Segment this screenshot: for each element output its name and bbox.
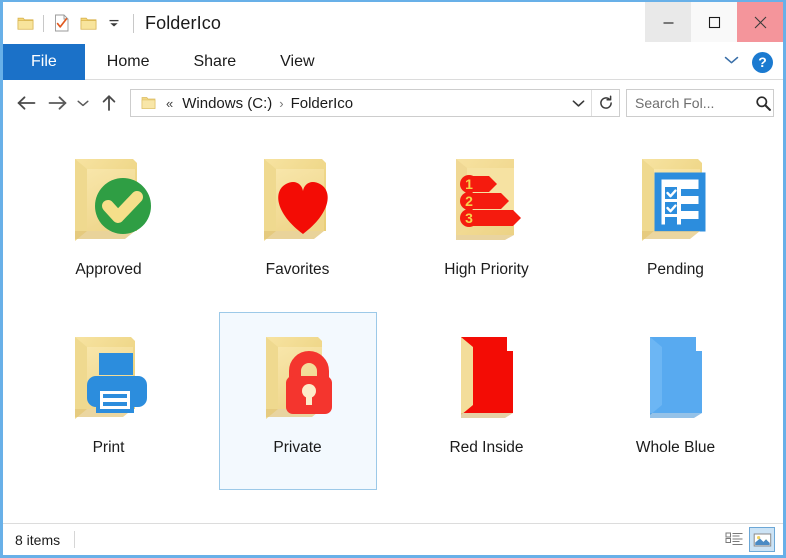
folder-red-inside-icon [429,319,545,435]
quick-access-separator [43,15,44,32]
item-count-label: 8 items [15,532,60,548]
back-button[interactable] [12,88,42,118]
folder-pending-icon [618,141,734,257]
search-input[interactable] [627,94,755,112]
priority-number-2: 2 [465,193,473,209]
tab-view[interactable]: View [258,44,336,80]
file-item-label: Print [93,439,125,457]
help-button[interactable]: ? [752,52,773,73]
folder-favorites-icon [240,141,356,257]
file-item-label: Favorites [266,261,330,279]
folder-icon[interactable] [12,10,38,36]
file-item-label: Whole Blue [636,439,715,457]
file-item-approved[interactable]: Approved [30,134,188,312]
maximize-button[interactable] [691,2,737,42]
status-bar: 8 items [3,523,783,555]
priority-number-1: 1 [465,176,473,192]
file-item-favorites[interactable]: Favorites [219,134,377,312]
breadcrumb: « Windows (C:) › FolderIco [131,95,565,112]
properties-icon[interactable] [49,10,75,36]
file-item-label: Private [273,439,321,457]
file-item-label: Approved [75,261,141,279]
tab-home[interactable]: Home [85,44,172,80]
breadcrumb-separator-0[interactable]: › [276,96,286,111]
folder-private-icon [240,319,356,435]
status-separator [74,531,75,548]
address-dropdown-button[interactable] [565,90,591,116]
quick-access-toolbar [3,2,127,44]
priority-number-3: 3 [465,210,473,226]
file-item-pending[interactable]: Pending [597,134,755,312]
file-item-label: High Priority [444,261,528,279]
file-list-area[interactable]: Approved Favorites [3,126,783,523]
minimize-button[interactable] [645,2,691,42]
new-folder-icon[interactable] [75,10,101,36]
search-icon[interactable] [755,90,773,116]
large-icons-view-button[interactable] [749,527,775,552]
address-bar[interactable]: « Windows (C:) › FolderIco [130,89,620,117]
file-grid: Approved Favorites [3,134,783,490]
folder-print-icon [51,319,167,435]
details-view-button[interactable] [721,527,747,552]
file-item-red-inside[interactable]: Red Inside [408,312,566,490]
file-item-private[interactable]: Private [219,312,377,490]
close-button[interactable] [737,2,783,42]
ribbon-controls: ? [723,44,773,80]
up-button[interactable] [94,88,124,118]
forward-button[interactable] [42,88,72,118]
folder-approved-icon [51,141,167,257]
ribbon-tab-bar: File Home Share View ? [3,44,783,80]
refresh-button[interactable] [591,90,619,116]
file-item-high-priority[interactable]: 1 2 3 High Priority [408,134,566,312]
search-box[interactable] [626,89,774,117]
tab-file[interactable]: File [3,44,85,80]
breadcrumb-overflow[interactable]: « [159,96,178,111]
explorer-window: FolderIco File Home Share View [0,0,786,558]
title-separator [133,14,134,33]
address-bar-row: « Windows (C:) › FolderIco [3,80,783,126]
window-title: FolderIco [142,2,221,44]
breadcrumb-folder-icon [137,95,159,111]
expand-ribbon-button[interactable] [723,53,740,71]
chevron-down-icon[interactable] [101,10,127,36]
tab-share[interactable]: Share [171,44,258,80]
breadcrumb-item-1[interactable]: FolderIco [287,95,358,112]
file-item-label: Red Inside [449,439,523,457]
folder-whole-blue-icon [618,319,734,435]
file-item-whole-blue[interactable]: Whole Blue [597,312,755,490]
breadcrumb-item-0[interactable]: Windows (C:) [178,95,276,112]
file-item-label: Pending [647,261,704,279]
folder-high-priority-icon: 1 2 3 [429,141,545,257]
file-item-print[interactable]: Print [30,312,188,490]
recent-locations-button[interactable] [72,88,94,118]
title-bar: FolderIco [3,2,783,44]
window-controls [645,2,783,42]
view-buttons [721,524,775,555]
